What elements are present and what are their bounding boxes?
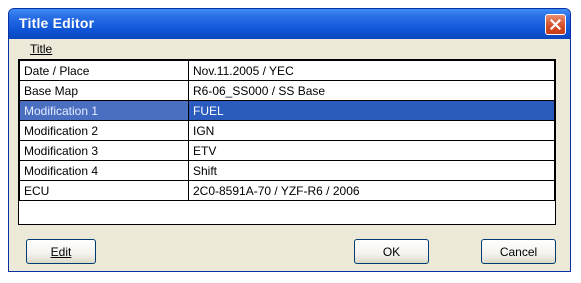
row-value[interactable]: 2C0-8591A-70 / YZF-R6 / 2006 xyxy=(188,180,555,201)
title-editor-window: Title Editor Title Date / Place Nov.11.2… xyxy=(8,8,571,272)
row-label: Date / Place xyxy=(19,60,189,81)
table-row[interactable]: Modification 2 IGN xyxy=(19,120,555,141)
ok-button[interactable]: OK xyxy=(354,239,429,264)
row-label: Modification 1 xyxy=(19,100,189,121)
row-label: Base Map xyxy=(19,80,189,101)
menu-item-title[interactable]: Title xyxy=(30,42,52,56)
row-label: ECU xyxy=(19,180,189,201)
row-value[interactable]: FUEL xyxy=(188,100,555,121)
row-value[interactable]: ETV xyxy=(188,140,555,161)
title-grid: Date / Place Nov.11.2005 / YEC Base Map … xyxy=(18,59,556,225)
menu-item-title-label: Title xyxy=(30,42,53,56)
ok-button-label: OK xyxy=(382,244,401,259)
row-value[interactable]: R6-06_SS000 / SS Base xyxy=(188,80,555,101)
table-row[interactable]: Base Map R6-06_SS000 / SS Base xyxy=(19,80,555,101)
cancel-button-label: Cancel xyxy=(499,244,538,259)
title-table: Date / Place Nov.11.2005 / YEC Base Map … xyxy=(19,60,555,201)
table-row[interactable]: Modification 3 ETV xyxy=(19,140,555,161)
row-value[interactable]: Shift xyxy=(188,160,555,181)
edit-button[interactable]: Edit xyxy=(26,239,96,264)
close-button[interactable] xyxy=(545,14,566,35)
cancel-button[interactable]: Cancel xyxy=(481,239,556,264)
row-label: Modification 3 xyxy=(19,140,189,161)
table-row[interactable]: ECU 2C0-8591A-70 / YZF-R6 / 2006 xyxy=(19,180,555,201)
table-row[interactable]: Modification 4 Shift xyxy=(19,160,555,181)
table-row[interactable]: Date / Place Nov.11.2005 / YEC xyxy=(19,60,555,81)
edit-button-label: Edit xyxy=(50,244,72,259)
close-icon xyxy=(550,19,561,30)
row-value[interactable]: Nov.11.2005 / YEC xyxy=(188,60,555,81)
menu-bar: Title xyxy=(12,39,567,59)
title-bar[interactable]: Title Editor xyxy=(9,9,570,39)
row-label: Modification 2 xyxy=(19,120,189,141)
row-value[interactable]: IGN xyxy=(188,120,555,141)
window-title: Title Editor xyxy=(19,15,95,31)
row-label: Modification 4 xyxy=(19,160,189,181)
table-row-selected[interactable]: Modification 1 FUEL xyxy=(19,100,555,121)
